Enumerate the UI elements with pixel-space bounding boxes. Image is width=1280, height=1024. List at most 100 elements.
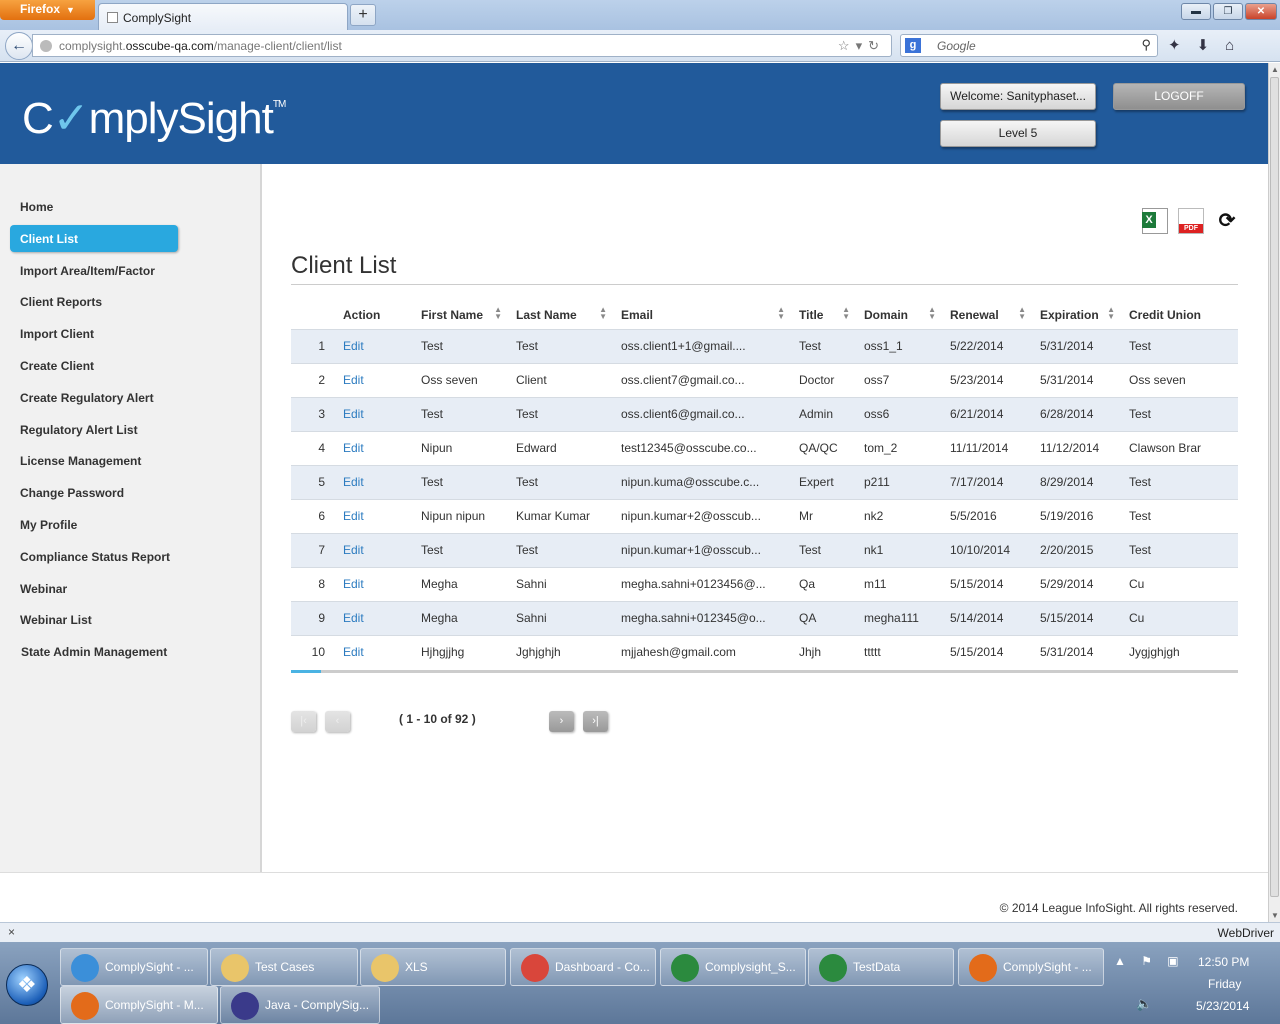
sidebar-item-regulatory-alert-list[interactable]: Regulatory Alert List xyxy=(10,416,178,443)
taskbar-item[interactable]: ComplySight - ... xyxy=(60,948,208,986)
close-window-button[interactable]: ✕ xyxy=(1245,3,1277,20)
taskbar-item-label: ComplySight - ... xyxy=(105,960,194,974)
sidebar-item-change-password[interactable]: Change Password xyxy=(10,479,178,506)
taskbar-item[interactable]: XLS xyxy=(360,948,506,986)
sidebar-item-webinar-list[interactable]: Webinar List xyxy=(10,606,178,633)
taskbar-item[interactable]: Complysight_S... xyxy=(660,948,806,986)
table-scroll-thumb[interactable] xyxy=(291,670,321,673)
edit-link[interactable]: Edit xyxy=(335,634,413,669)
taskbar-item[interactable]: ComplySight - ... xyxy=(958,948,1104,986)
start-button[interactable] xyxy=(6,964,48,1006)
taskbar-item[interactable]: Test Cases xyxy=(210,948,358,986)
column-header-last-name[interactable]: Last Name ▲ ▼ xyxy=(508,302,613,329)
sort-icon[interactable]: ▲ ▼ xyxy=(494,306,502,321)
cell-domain: p211 xyxy=(856,464,942,499)
pager-info: ( 1 - 10 of 92 ) xyxy=(399,712,476,726)
export-excel-icon[interactable] xyxy=(1142,208,1168,234)
complysight-logo[interactable]: C✓mplySightTM xyxy=(22,93,286,144)
sort-icon[interactable]: ▲ ▼ xyxy=(928,306,936,321)
minimize-button[interactable]: ▬ xyxy=(1181,3,1211,20)
column-header-email[interactable]: Email ▲ ▼ xyxy=(613,302,791,329)
copyright-text: © 2014 League InfoSight. All rights rese… xyxy=(999,901,1238,915)
column-header-expiration[interactable]: Expiration ▲ ▼ xyxy=(1032,302,1121,329)
scroll-down-icon[interactable]: ▼ xyxy=(1270,911,1280,920)
pager-next-button[interactable]: › xyxy=(549,711,574,732)
sidebar-item-compliance-status-report[interactable]: Compliance Status Report xyxy=(10,543,210,570)
sidebar-item-my-profile[interactable]: My Profile xyxy=(10,511,178,538)
taskbar-item[interactable]: Java - ComplySig... xyxy=(220,986,380,1024)
column-header-domain[interactable]: Domain ▲ ▼ xyxy=(856,302,942,329)
search-icon[interactable]: ⚲ xyxy=(1141,37,1151,53)
close-statusbar-icon[interactable]: × xyxy=(8,925,15,939)
firefox-menu-button[interactable]: Firefox ▼ xyxy=(0,0,95,20)
edit-link[interactable]: Edit xyxy=(335,498,413,533)
toolbar-icons[interactable]: ✦⬇⌂ xyxy=(1168,36,1250,54)
cell-credit-union: Test xyxy=(1121,532,1238,567)
cell-last-name: Jghjghjh xyxy=(508,634,613,669)
volume-icon[interactable]: 🔈 xyxy=(1136,996,1152,1012)
sidebar-item-client-reports[interactable]: Client Reports xyxy=(10,288,178,315)
cell-first-name: Test xyxy=(413,328,508,363)
sort-icon[interactable]: ▲ ▼ xyxy=(777,306,785,321)
cell-expiration: 5/19/2016 xyxy=(1032,498,1121,533)
back-button[interactable]: ← xyxy=(5,32,33,60)
scroll-up-icon[interactable]: ▲ xyxy=(1270,65,1280,74)
column-header-renewal[interactable]: Renewal ▲ ▼ xyxy=(942,302,1032,329)
edit-link[interactable]: Edit xyxy=(335,362,413,397)
cell-last-name: Test xyxy=(508,328,613,363)
sort-icon[interactable]: ▲ ▼ xyxy=(1018,306,1026,321)
sidebar-item-client-list[interactable]: Client List xyxy=(10,225,178,252)
pager-prev-button[interactable]: ‹ xyxy=(325,711,350,732)
welcome-user-button[interactable]: Welcome: Sanityphaset... xyxy=(940,83,1096,110)
taskbar-item[interactable]: TestData xyxy=(808,948,954,986)
cell-first-name: Test xyxy=(413,464,508,499)
edit-link[interactable]: Edit xyxy=(335,566,413,601)
sidebar-item-webinar[interactable]: Webinar xyxy=(10,575,178,602)
sort-icon[interactable]: ▲ ▼ xyxy=(1107,306,1115,321)
export-pdf-icon[interactable] xyxy=(1178,208,1204,234)
sort-icon[interactable]: ▲ ▼ xyxy=(599,306,607,321)
edit-link[interactable]: Edit xyxy=(335,600,413,635)
column-header-title[interactable]: Title ▲ ▼ xyxy=(791,302,856,329)
taskbar-item[interactable]: ComplySight - M... xyxy=(60,986,218,1024)
scroll-thumb[interactable] xyxy=(1270,77,1279,897)
cell-expiration: 6/28/2014 xyxy=(1032,396,1121,431)
edit-link[interactable]: Edit xyxy=(335,396,413,431)
column-header-first-name[interactable]: First Name ▲ ▼ xyxy=(413,302,508,329)
logoff-button[interactable]: LOGOFF xyxy=(1113,83,1245,110)
column-header-credit-union[interactable]: Credit Union xyxy=(1121,302,1238,329)
sidebar-item-create-regulatory-alert[interactable]: Create Regulatory Alert xyxy=(10,384,210,411)
edit-link[interactable]: Edit xyxy=(335,328,413,363)
bookmark-star-icon[interactable]: ☆▾↻ xyxy=(838,38,885,54)
sidebar-item-import-area[interactable]: Import Area/Item/Factor xyxy=(10,257,210,284)
pager-first-button[interactable]: |‹ xyxy=(291,711,316,732)
browser-tab[interactable]: ComplySight xyxy=(98,3,348,30)
table-row: 7 Edit Test Test nipun.kumar+1@osscub... Test… xyxy=(291,532,1238,567)
restore-button[interactable]: ❐ xyxy=(1213,3,1243,20)
pager-last-button[interactable]: ›| xyxy=(583,711,608,732)
sort-icon[interactable]: ▲ ▼ xyxy=(842,306,850,321)
clock-time[interactable]: 12:50 PM xyxy=(1198,955,1249,969)
sidebar-item-create-client[interactable]: Create Client xyxy=(10,352,178,379)
column-header-label: First Name xyxy=(421,308,484,323)
search-box[interactable]: g Google ⚲ xyxy=(900,34,1158,57)
table-scrollbar[interactable] xyxy=(291,670,1238,673)
edit-link[interactable]: Edit xyxy=(335,430,413,465)
sidebar-item-import-client[interactable]: Import Client xyxy=(10,320,178,347)
cell-renewal: 5/23/2014 xyxy=(942,362,1032,397)
tray-icons[interactable]: ▲ ⚑ ▣ xyxy=(1114,954,1185,968)
address-bar[interactable]: complysight.osscube-qa.com/manage-client… xyxy=(32,34,892,57)
taskbar-item[interactable]: Dashboard - Co... xyxy=(510,948,656,986)
edit-link[interactable]: Edit xyxy=(335,532,413,567)
sidebar-item-license-management[interactable]: License Management xyxy=(10,447,178,474)
table-row: 1 Edit Test Test oss.client1+1@gmail.... Test… xyxy=(291,328,1238,363)
new-tab-button[interactable]: + xyxy=(350,4,376,26)
edit-link[interactable]: Edit xyxy=(335,464,413,499)
page-scrollbar[interactable]: ▲ ▼ xyxy=(1268,63,1280,922)
sidebar-item-state-admin-management[interactable]: State Admin Management xyxy=(11,638,211,665)
cell-row-index: 6 xyxy=(291,498,335,533)
cell-domain: oss1_1 xyxy=(856,328,942,363)
level-button[interactable]: Level 5 xyxy=(940,120,1096,147)
sidebar-item-home[interactable]: Home xyxy=(10,193,178,220)
refresh-icon[interactable]: ⟳ xyxy=(1214,208,1240,234)
